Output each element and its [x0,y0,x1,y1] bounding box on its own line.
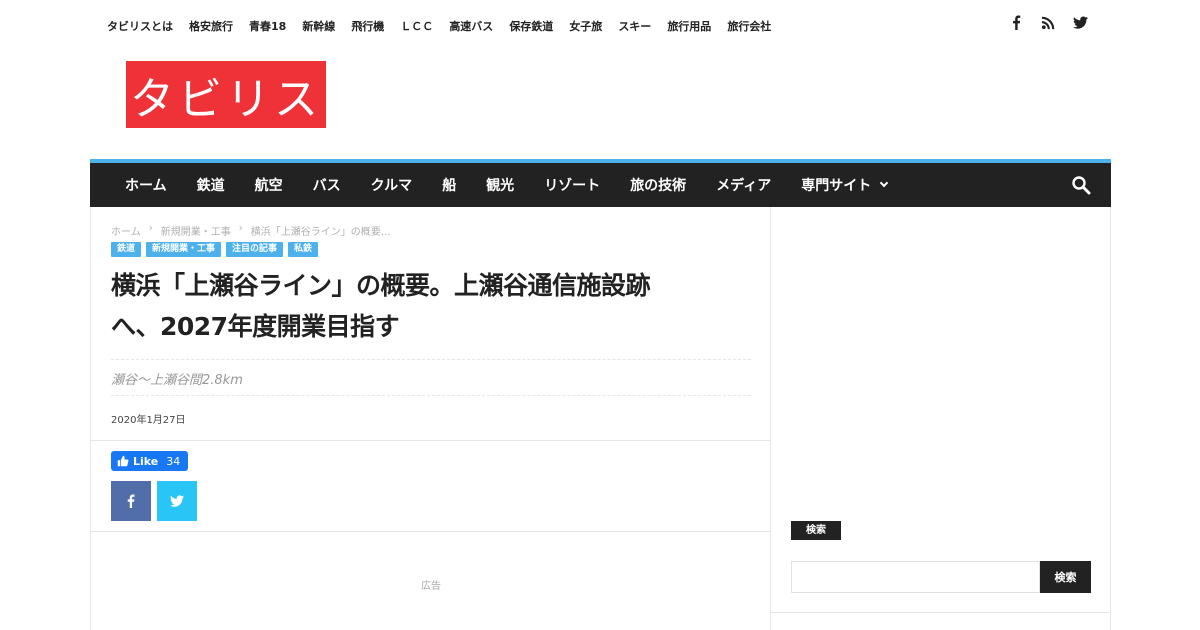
main-nav-item-bus[interactable]: バス [298,175,356,195]
search-icon[interactable] [1071,175,1091,195]
top-nav-item-highway-bus[interactable]: 高速バス [449,18,493,34]
facebook-like-button[interactable]: Like 34 [111,451,189,471]
breadcrumb-home[interactable]: ホーム [111,223,141,238]
top-nav-item-seishun18[interactable]: 青春18 [249,18,286,34]
search-button[interactable]: 検索 [1040,561,1091,593]
search-widget-heading: 検索 [791,521,841,540]
top-bar: タビリスとは 格安旅行 青春18 新幹線 飛行機 ＬＣＣ 高速バス 保存鉄道 女… [0,0,1200,50]
share-facebook-button[interactable] [111,481,151,521]
thumbs-up-icon [117,455,129,467]
divider [91,440,770,441]
main-nav-item-home[interactable]: ホーム [110,175,182,195]
tag-private-railway[interactable]: 私鉄 [288,242,319,257]
top-nav-item-ski[interactable]: スキー [618,18,651,34]
divider [771,612,1110,613]
top-nav: タビリスとは 格安旅行 青春18 新幹線 飛行機 ＬＣＣ 高速バス 保存鉄道 女… [107,18,771,34]
top-nav-item-lcc[interactable]: ＬＣＣ [400,18,433,34]
top-nav-item-heritage-railway[interactable]: 保存鉄道 [509,18,553,34]
article-date: 2020年1月27日 [111,415,186,426]
category-tags: 鉄道 新規開業・工事 注目の記事 私鉄 [111,242,319,257]
main-nav-item-sightseeing[interactable]: 観光 [471,175,529,195]
main-nav-item-specialty-sites[interactable]: 専門サイト [786,175,902,195]
breadcrumb-current: 横浜「上瀬谷ライン」の概要… [250,227,391,238]
top-nav-item-shinkansen[interactable]: 新幹線 [302,18,335,34]
ad-label: 広告 [421,581,441,592]
article-title-line-2: へ、2027年度開業目指す [111,312,400,341]
facebook-icon [127,494,135,508]
main-nav-item-resort[interactable]: リゾート [529,175,615,195]
sidebar: 検索 検索 [771,207,1111,630]
chevron-right-icon: › [238,223,243,234]
like-label: Like [133,454,159,468]
tag-featured[interactable]: 注目の記事 [226,242,284,257]
main-nav-item-travel-tips[interactable]: 旅の技術 [615,175,701,195]
article-title-line-1: 横浜「上瀬谷ライン」の概要。上瀬谷通信施設跡 [111,271,651,300]
breadcrumb: ホーム › 新規開業・工事 › 横浜「上瀬谷ライン」の概要… [111,223,391,238]
main-nav-item-car[interactable]: クルマ [356,175,428,195]
tag-new-openings[interactable]: 新規開業・工事 [146,242,222,257]
breadcrumb-category[interactable]: 新規開業・工事 [161,223,231,238]
search-input[interactable] [791,561,1040,593]
article-subtitle: 瀬谷～上瀬谷間2.8km [111,373,243,388]
site-logo[interactable]: タビリス [126,61,326,128]
social-links [1008,14,1088,30]
twitter-icon [170,495,184,507]
twitter-icon[interactable] [1072,14,1088,30]
divider [91,531,770,532]
top-nav-item-about[interactable]: タビリスとは [107,18,173,34]
chevron-down-icon [879,178,889,188]
subtitle-box: 瀬谷～上瀬谷間2.8km [111,359,751,396]
facebook-icon[interactable] [1008,14,1024,30]
top-nav-item-airplane[interactable]: 飛行機 [351,18,384,34]
chevron-right-icon: › [148,223,153,234]
tag-railway[interactable]: 鉄道 [111,242,142,257]
top-nav-item-travel-agency[interactable]: 旅行会社 [727,18,771,34]
top-nav-item-women-travel[interactable]: 女子旅 [569,18,602,34]
article-content: ホーム › 新規開業・工事 › 横浜「上瀬谷ライン」の概要… 鉄道 新規開業・工… [90,207,771,630]
main-nav-item-specialty-sites-label: 専門サイト [801,178,872,194]
rss-icon[interactable] [1040,14,1056,30]
top-nav-item-travel-goods[interactable]: 旅行用品 [667,18,711,34]
main-nav-item-ship[interactable]: 船 [427,175,471,195]
main-nav-item-media[interactable]: メディア [701,175,786,195]
main-nav-item-aviation[interactable]: 航空 [240,175,298,195]
main-nav-item-railway[interactable]: 鉄道 [182,175,240,195]
article-title: 横浜「上瀬谷ライン」の概要。上瀬谷通信施設跡 へ、2027年度開業目指す [111,265,751,347]
like-count: 34 [166,454,181,468]
top-nav-item-budget-travel[interactable]: 格安旅行 [189,18,233,34]
main-nav: ホーム 鉄道 航空 バス クルマ 船 観光 リゾート 旅の技術 メディア 専門サ… [90,159,1111,207]
share-twitter-button[interactable] [157,481,197,521]
